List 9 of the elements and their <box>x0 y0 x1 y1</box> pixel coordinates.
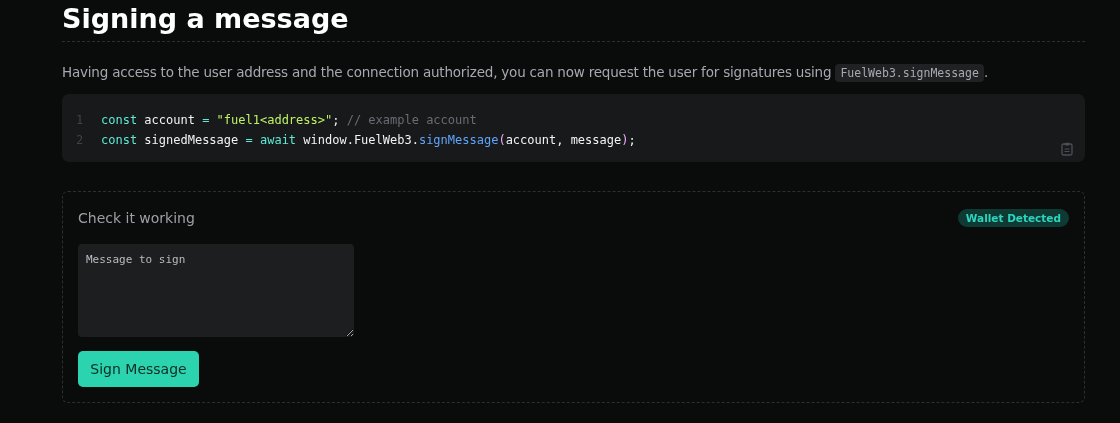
section-title: Check it working <box>78 210 195 226</box>
sign-message-button[interactable]: Sign Message <box>78 351 199 387</box>
intro-paragraph: Having access to the user address and the connection authorized, you can now request the user for signatures using FuelWeb3.signMessage . <box>62 64 989 84</box>
code-line: const signedMessage = await window.FuelWeb3.signMessage(account, message); <box>101 133 636 147</box>
copy-button[interactable] <box>1061 142 1073 156</box>
code-line: const account = "fuel1<address>"; // example account <box>101 113 477 127</box>
message-field[interactable]: Message to sign <box>78 244 354 337</box>
page-heading: Signing a message <box>62 0 1085 42</box>
status-badge: Wallet Detected <box>957 209 1069 227</box>
